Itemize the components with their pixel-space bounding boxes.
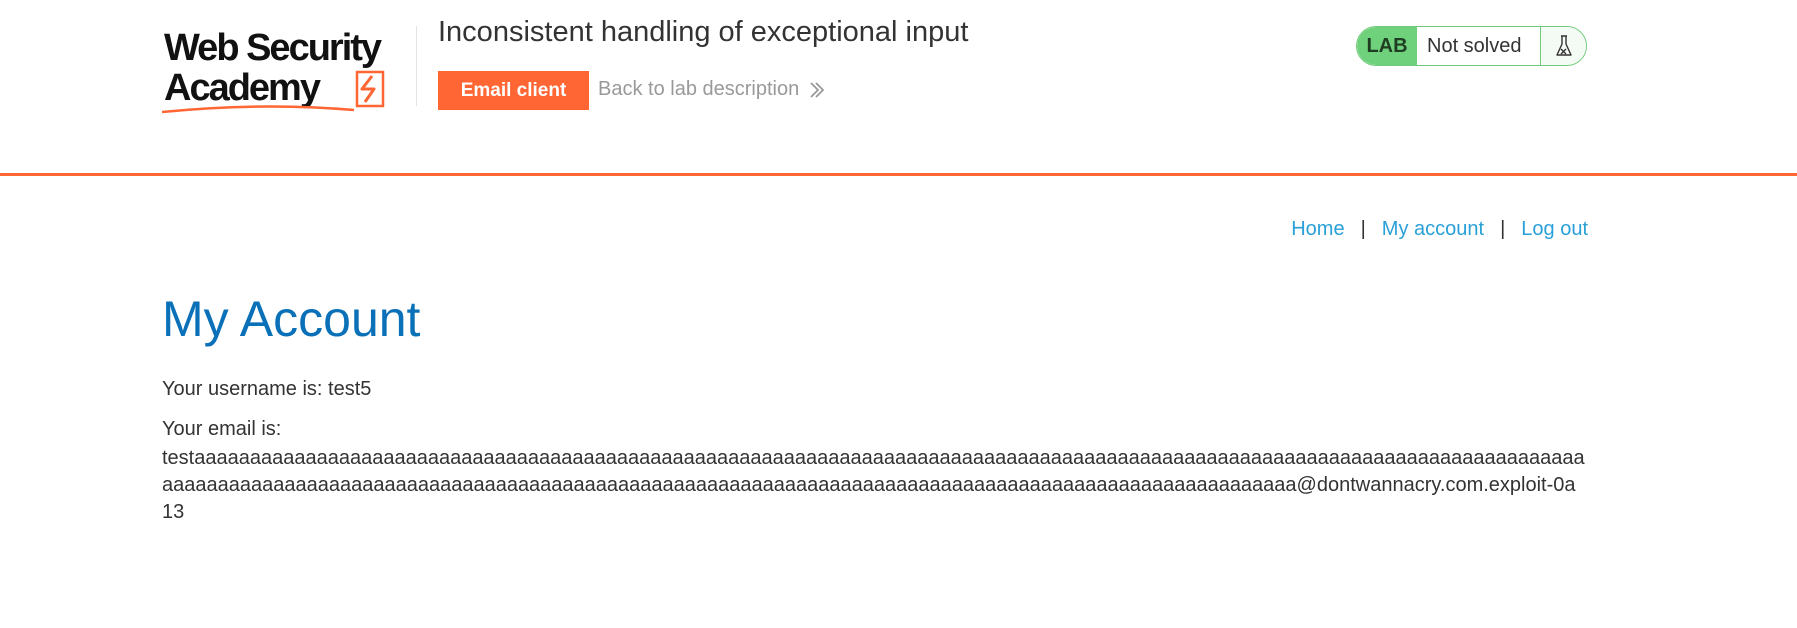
svg-text:Web Security: Web Security [164,27,382,69]
lab-title: Inconsistent handling of exceptional inp… [438,16,969,48]
lab-status-text: Not solved [1427,34,1522,57]
lab-header: Web Security Academy Inconsistent handli… [0,0,1797,176]
email-client-button[interactable]: Email client [438,71,589,110]
username-text: Your username is: test5 [162,378,372,400]
top-navigation: Home | My account | Log out [1291,218,1588,241]
nav-home-link[interactable]: Home [1291,218,1344,241]
nav-my-account-link[interactable]: My account [1382,218,1484,241]
email-value: testaaaaaaaaaaaaaaaaaaaaaaaaaaaaaaaaaaaa… [162,447,1585,523]
nav-separator: | [1360,218,1366,240]
email-label: Your email is: [162,418,282,440]
flask-icon[interactable] [1540,27,1586,65]
nav-separator: | [1500,218,1506,240]
back-to-lab-description-link[interactable]: Back to lab description [598,78,825,101]
web-security-academy-logo[interactable]: Web Security Academy [162,22,412,117]
double-chevron-right-icon [810,81,825,98]
back-link-label: Back to lab description [598,78,800,100]
lab-status-widget: LAB Not solved [1356,26,1587,66]
nav-log-out-link[interactable]: Log out [1521,218,1588,241]
page-title: My Account [162,291,421,347]
svg-text:Academy: Academy [164,67,321,109]
lab-badge: LAB [1357,27,1417,65]
logo-divider [416,26,417,106]
